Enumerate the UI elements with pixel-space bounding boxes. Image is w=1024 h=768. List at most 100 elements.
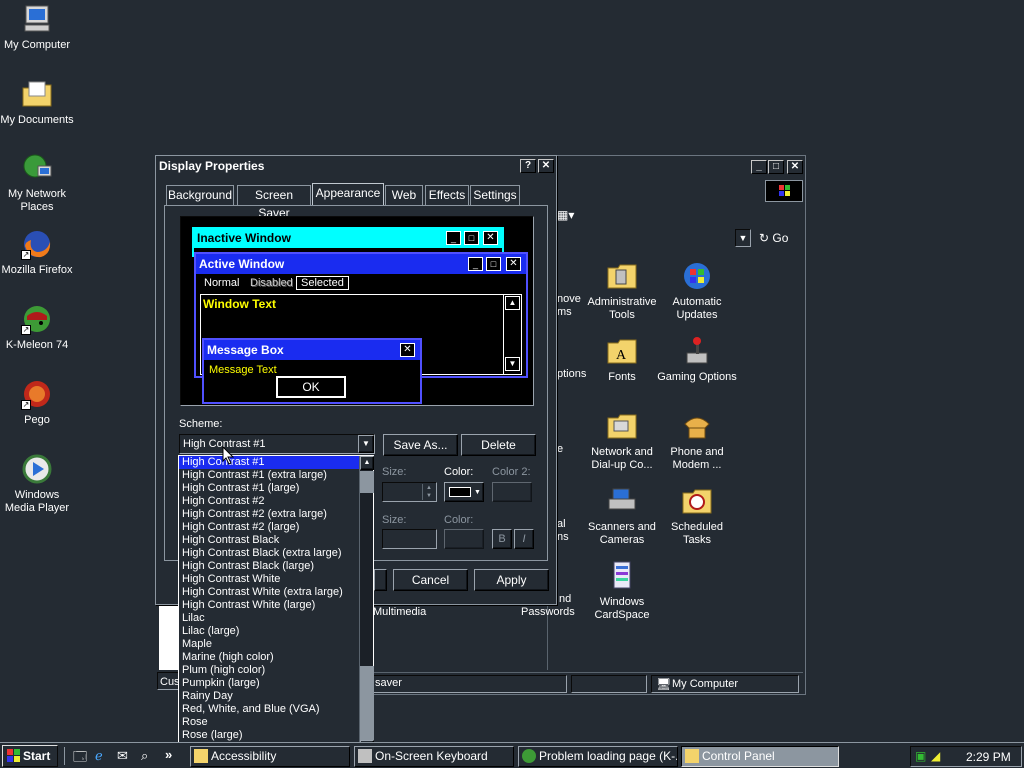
preview-minimize-icon: _ [468, 257, 483, 271]
tab-background[interactable]: Background [166, 185, 234, 205]
scheme-option[interactable]: High Contrast White (large) [179, 599, 359, 612]
address-dropdown-arrow[interactable]: ▼ [735, 229, 751, 247]
ok-button-partial[interactable] [374, 569, 387, 591]
views-icon[interactable]: ▦▾ [557, 208, 579, 222]
scheme-option[interactable]: High Contrast #2 (large) [179, 521, 359, 534]
scroll-up-icon[interactable]: ▲ [360, 456, 374, 470]
task-button-accessibility[interactable]: Accessibility [190, 746, 350, 767]
preview-menu-selected: Selected [296, 276, 349, 290]
desktop-icon-label: My Network Places [7, 188, 67, 213]
task-button-control-panel[interactable]: Control Panel [681, 746, 839, 767]
cp-item-network-dialup[interactable]: Network and Dial-up Co... [582, 410, 662, 472]
task-button-label: Accessibility [211, 749, 277, 763]
scheme-select[interactable]: High Contrast #1 ▼ [179, 434, 375, 454]
minimize-button[interactable]: _ [751, 160, 767, 174]
more-label[interactable]: » [165, 747, 172, 762]
cp-item-fonts[interactable]: A Fonts [582, 335, 662, 384]
tab-effects[interactable]: Effects [425, 185, 469, 205]
size-label: Size: [382, 466, 407, 478]
show-desktop-icon[interactable]: 🗔 [73, 748, 87, 768]
scheme-option[interactable]: High Contrast Black (large) [179, 560, 359, 573]
scheme-option[interactable]: High Contrast #1 [179, 456, 359, 469]
control-panel-icon [685, 749, 699, 763]
cp-item-phone-modem[interactable]: Phone and Modem ... [657, 410, 737, 472]
scheme-option[interactable]: High Contrast #2 [179, 495, 359, 508]
cp-item-scanners[interactable]: Scanners and Cameras [582, 485, 662, 547]
tab-appearance[interactable]: Appearance [312, 183, 384, 206]
color-picker-button[interactable]: ▼ [444, 482, 484, 502]
cp-item-gaming-options[interactable]: Gaming Options [657, 335, 737, 384]
help-button[interactable]: ? [520, 159, 536, 173]
bold-button[interactable]: B [492, 529, 512, 549]
scheme-option[interactable]: Rose [179, 716, 359, 729]
save-as-button[interactable]: Save As... [383, 434, 458, 456]
scroll-down-icon: ▼ [505, 357, 520, 371]
scheme-option[interactable]: High Contrast Black [179, 534, 359, 547]
task-button-osk[interactable]: On-Screen Keyboard [354, 746, 514, 767]
scheme-option[interactable]: Plum (high color) [179, 664, 359, 677]
maximize-button[interactable]: □ [768, 160, 784, 174]
preview-active-titlebar: Active Window _ □ ✕ [196, 254, 526, 274]
font-color-button[interactable] [444, 529, 484, 549]
scheme-option[interactable]: Red, White, and Blue (VGA) [179, 703, 359, 716]
desktop-icon-network-places[interactable]: My Network Places [0, 152, 74, 214]
tab-settings[interactable]: Settings [470, 185, 520, 205]
go-button[interactable]: ↻ Go [759, 231, 788, 245]
taskbar: Start 🗔 ℯ ✉ ⌕ » Accessibility On-Screen … [0, 742, 1024, 768]
ie-icon[interactable]: ℯ [95, 748, 103, 764]
cp-item-automatic-updates[interactable]: Automatic Updates [657, 260, 737, 322]
dropdown-scrollbar[interactable]: ▲ ▼ [359, 456, 374, 754]
scheme-option[interactable]: High Contrast White [179, 573, 359, 586]
scheme-option[interactable]: High Contrast #2 (extra large) [179, 508, 359, 521]
desktop-icon-kmeleon[interactable]: ↗ K-Meleon 74 [0, 303, 74, 352]
cp-item-admin-tools[interactable]: Administrative Tools [582, 260, 662, 322]
desktop-icon-firefox[interactable]: ↗ Mozilla Firefox [0, 228, 74, 277]
firefox-icon: ↗ [21, 228, 53, 260]
apply-button[interactable]: Apply [474, 569, 549, 591]
chevron-down-icon[interactable]: ▼ [358, 435, 374, 453]
scheme-option[interactable]: High Contrast #1 (extra large) [179, 469, 359, 482]
close-button[interactable]: ✕ [787, 160, 803, 174]
scheme-option[interactable]: Lilac [179, 612, 359, 625]
font-size-select[interactable] [382, 529, 437, 549]
desktop-icon-my-documents[interactable]: My Documents [0, 78, 74, 127]
scheme-dropdown-list[interactable]: High Contrast #1 High Contrast #1 (extra … [178, 455, 374, 755]
keyboard-icon [358, 749, 372, 763]
outlook-icon[interactable]: ✉ [117, 748, 128, 764]
scheme-options: High Contrast #1 High Contrast #1 (extra … [179, 456, 359, 755]
desktop-icon-pego[interactable]: ↗ Pego [0, 378, 74, 427]
cp-item-cardspace[interactable]: Windows CardSpace [582, 560, 662, 622]
scheme-option[interactable]: Marine (high color) [179, 651, 359, 664]
italic-button[interactable]: I [514, 529, 534, 549]
task-button-kmeleon[interactable]: Problem loading page (K-... [518, 746, 678, 767]
preview-maximize-icon: □ [486, 257, 501, 271]
scheme-option[interactable]: Rose (large) [179, 729, 359, 742]
cp-item-scheduled-tasks[interactable]: Scheduled Tasks [657, 485, 737, 547]
tab-web[interactable]: Web [385, 185, 423, 205]
desktop-icon-my-computer[interactable]: My Computer [0, 3, 74, 52]
scheme-option[interactable]: Maple [179, 638, 359, 651]
desktop-icon-media-player[interactable]: Windows Media Player [0, 453, 74, 515]
network-tray-icon[interactable]: ▣ [915, 749, 926, 763]
scheme-option[interactable]: Pumpkin (large) [179, 677, 359, 690]
scheme-option[interactable]: Rainy Day [179, 690, 359, 703]
preview-msgbox-text: Message Text [209, 364, 277, 376]
dialog-close-button[interactable]: ✕ [538, 159, 554, 173]
delete-button[interactable]: Delete [461, 434, 536, 456]
kmeleon-icon: ↗ [21, 303, 53, 335]
scheme-option[interactable]: High Contrast #1 (large) [179, 482, 359, 495]
tab-screen-saver[interactable]: Screen Saver [237, 185, 311, 220]
start-button[interactable]: Start [2, 745, 58, 767]
scheme-option[interactable]: High Contrast Black (extra large) [179, 547, 359, 560]
scrollbar-thumb[interactable] [360, 471, 374, 493]
scheme-option[interactable]: High Contrast White (extra large) [179, 586, 359, 599]
size-input[interactable]: ▲ ▼ [382, 482, 437, 502]
cancel-button[interactable]: Cancel [393, 569, 468, 591]
preview-ok-button: OK [276, 376, 346, 398]
partial-label-e: e [557, 443, 564, 455]
scheme-label: Scheme: [179, 418, 223, 430]
color2-picker-button[interactable] [492, 482, 532, 502]
volume-tray-icon[interactable]: ◢ [931, 749, 940, 763]
scheme-option[interactable]: Lilac (large) [179, 625, 359, 638]
search-icon[interactable]: ⌕ [141, 748, 148, 764]
